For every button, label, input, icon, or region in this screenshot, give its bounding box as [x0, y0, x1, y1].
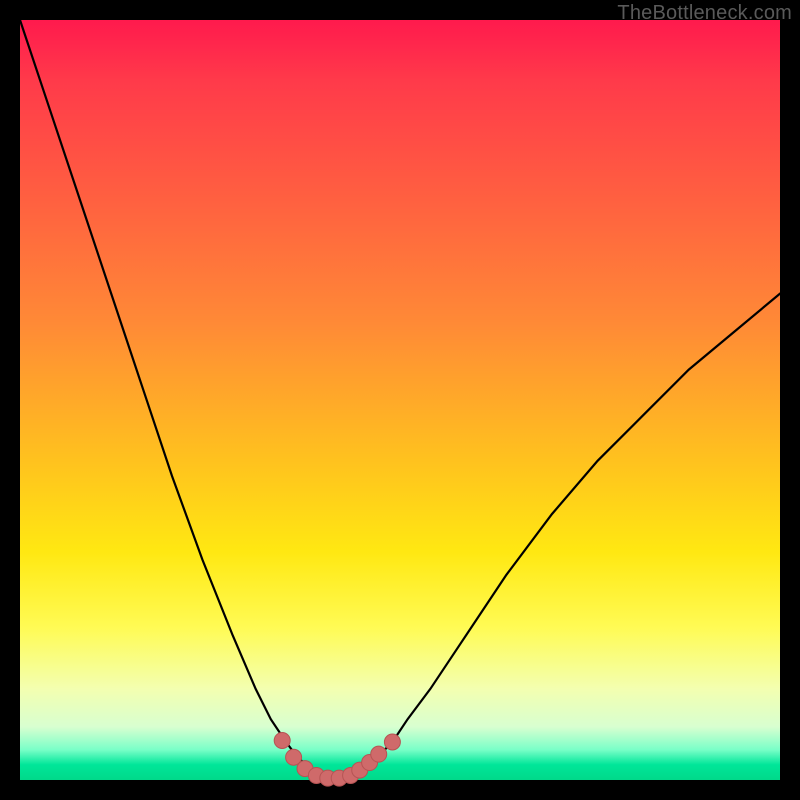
outer-frame: TheBottleneck.com	[0, 0, 800, 800]
curve-svg	[20, 20, 780, 780]
optimal-dot	[274, 732, 290, 748]
optimal-dot	[371, 746, 387, 762]
optimal-dot	[384, 734, 400, 750]
bottleneck-curve	[20, 20, 780, 778]
watermark-text: TheBottleneck.com	[617, 2, 792, 25]
plot-area	[20, 20, 780, 780]
optimal-zone-dots	[274, 732, 400, 786]
